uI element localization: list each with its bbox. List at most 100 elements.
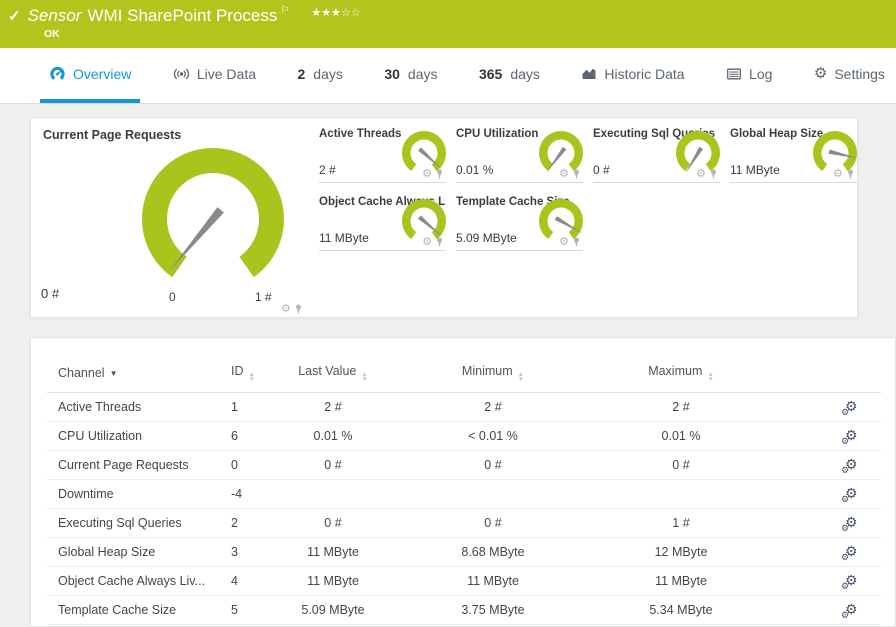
- gauge-value: 11 MByte: [730, 163, 780, 177]
- main-gauge-dial[interactable]: [131, 140, 295, 290]
- pin-icon[interactable]: [572, 169, 581, 180]
- pin-icon[interactable]: [435, 237, 444, 248]
- channel-row[interactable]: Downtime -4 ⚙ ⚙: [47, 479, 881, 509]
- channel-maximum: 12 MByte: [601, 537, 761, 567]
- channel-minimum: [385, 479, 601, 509]
- column-header-channel[interactable]: Channel ▼: [47, 358, 231, 393]
- main-gauge-scale-max: 1 #: [255, 290, 272, 304]
- pin-icon[interactable]: [572, 237, 581, 248]
- channel-last-value: 0 #: [281, 450, 385, 480]
- channel-id: 0: [231, 450, 281, 480]
- gear-icon[interactable]: ⚙: [281, 304, 291, 315]
- tab-overview[interactable]: Overview: [40, 48, 141, 103]
- gauge-cell[interactable]: CPU Utilization 0.01 % ⚙: [456, 128, 583, 183]
- tab-30-days[interactable]: 30 days: [375, 48, 446, 103]
- channel-minimum: 0 #: [385, 508, 601, 538]
- gauge-cell[interactable]: Global Heap Size 11 MByte ⚙: [730, 128, 860, 183]
- sensor-kind-label: Sensor: [27, 6, 82, 25]
- gear-icon[interactable]: ⚙: [422, 169, 432, 180]
- tab-30-days-unit: days: [407, 65, 438, 82]
- channel-last-value: [281, 479, 385, 509]
- channel-name[interactable]: CPU Utilization: [47, 421, 231, 451]
- gauge-cell[interactable]: Template Cache Size 5.09 MByte ⚙: [456, 196, 583, 251]
- pin-icon[interactable]: [435, 169, 444, 180]
- column-header-id[interactable]: ID ▲ ▼: [231, 358, 281, 393]
- priority-stars[interactable]: ★★★☆☆: [311, 6, 360, 19]
- channel-row[interactable]: Current Page Requests 0 0 # 0 # 0 # ⚙ ⚙: [47, 450, 881, 480]
- gear-icon[interactable]: ⚙: [696, 169, 706, 180]
- channel-row[interactable]: Global Heap Size 3 11 MByte 8.68 MByte 1…: [47, 537, 881, 567]
- channel-name[interactable]: Downtime: [47, 479, 231, 509]
- channel-row[interactable]: Template Cache Size 5 5.09 MByte 3.75 MB…: [47, 595, 881, 625]
- channel-settings-icon[interactable]: ⚙ ⚙: [841, 602, 858, 619]
- channel-last-value: 11 MByte: [281, 566, 385, 596]
- gear-icon[interactable]: ⚙: [559, 169, 569, 180]
- channel-name[interactable]: Object Cache Always Liv...: [47, 566, 231, 596]
- gauge-title: Active Threads: [319, 128, 402, 140]
- channel-name[interactable]: Executing Sql Queries: [47, 508, 231, 538]
- tab-live-data-label: Live Data: [196, 65, 256, 82]
- channel-settings-icon[interactable]: ⚙ ⚙: [841, 399, 858, 416]
- gear-icon[interactable]: ⚙: [422, 237, 432, 248]
- channel-maximum: 1 #: [601, 508, 761, 538]
- sensor-title: WMI SharePoint Process: [87, 6, 278, 25]
- tab-log[interactable]: Log: [717, 48, 781, 103]
- tab-live-data[interactable]: Live Data: [164, 48, 265, 103]
- channel-maximum: 0 #: [601, 450, 761, 480]
- channel-last-value: 5.09 MByte: [281, 595, 385, 625]
- gear-icon[interactable]: ⚙: [559, 237, 569, 248]
- main-gauge-value: 0 #: [41, 286, 60, 301]
- gauges-panel: Current Page Requests 0 1 # 0 # ⚙ Active…: [30, 117, 860, 318]
- channel-settings-icon[interactable]: ⚙ ⚙: [841, 515, 858, 532]
- tab-settings[interactable]: ⚙ Settings: [805, 48, 894, 103]
- gauge-title: CPU Utilization: [456, 128, 539, 140]
- channel-settings-icon[interactable]: ⚙ ⚙: [841, 544, 858, 561]
- channel-settings-icon[interactable]: ⚙ ⚙: [841, 457, 858, 474]
- pin-icon[interactable]: [709, 169, 718, 180]
- gear-icon: ⚙: [813, 65, 828, 82]
- channel-minimum: 11 MByte: [385, 566, 601, 596]
- channel-id: 2: [231, 508, 281, 538]
- channel-row[interactable]: Executing Sql Queries 2 0 # 0 # 1 # ⚙ ⚙: [47, 508, 881, 538]
- channel-name[interactable]: Template Cache Size: [47, 595, 231, 625]
- column-header-minimum[interactable]: Minimum ▲ ▼: [385, 358, 601, 393]
- channel-row[interactable]: CPU Utilization 6 0.01 % < 0.01 % 0.01 %…: [47, 421, 881, 451]
- channel-name[interactable]: Current Page Requests: [47, 450, 231, 480]
- status-check-icon: ✓: [8, 8, 21, 25]
- pin-icon[interactable]: [294, 304, 303, 315]
- tab-30-days-num: 30: [384, 65, 400, 82]
- tab-historic-data[interactable]: Historic Data: [572, 48, 693, 103]
- channel-last-value: 0 #: [281, 508, 385, 538]
- column-header-last-value[interactable]: Last Value ▲ ▼: [281, 358, 385, 393]
- column-header-maximum[interactable]: Maximum ▲ ▼: [601, 358, 761, 393]
- channel-maximum: 0.01 %: [601, 421, 761, 451]
- channel-name[interactable]: Active Threads: [47, 392, 231, 422]
- channel-minimum: 2 #: [385, 392, 601, 422]
- channel-settings-icon[interactable]: ⚙ ⚙: [841, 486, 858, 503]
- gauge-cell[interactable]: Executing Sql Queries 0 # ⚙: [593, 128, 720, 183]
- small-gauges-grid: Active Threads 2 # ⚙ CPU Utilization 0.0…: [319, 128, 860, 251]
- channel-minimum: 3.75 MByte: [385, 595, 601, 625]
- tab-2-days-unit: days: [313, 65, 343, 82]
- flag-icon[interactable]: ⚐: [280, 5, 289, 16]
- gear-icon[interactable]: ⚙: [833, 169, 843, 180]
- sort-icon: ▲ ▼: [517, 371, 525, 383]
- gauge-value: 11 MByte: [319, 231, 369, 245]
- tab-365-days[interactable]: 365 days: [470, 48, 549, 103]
- channel-row[interactable]: Object Cache Always Liv... 4 11 MByte 11…: [47, 566, 881, 596]
- channel-settings-icon[interactable]: ⚙ ⚙: [841, 428, 858, 445]
- gauge-cell[interactable]: Active Threads 2 # ⚙: [319, 128, 446, 183]
- channel-maximum: 11 MByte: [601, 566, 761, 596]
- tab-historic-data-label: Historic Data: [604, 65, 685, 82]
- gauge-value: 0.01 %: [456, 163, 494, 177]
- pin-icon[interactable]: [846, 169, 855, 180]
- channel-name[interactable]: Global Heap Size: [47, 537, 231, 567]
- sort-icon: ▲ ▼: [248, 371, 255, 383]
- tab-2-days[interactable]: 2 days: [288, 48, 351, 103]
- channel-settings-icon[interactable]: ⚙ ⚙: [841, 573, 858, 590]
- gauge-cell[interactable]: Object Cache Always L... 11 MByte ⚙: [319, 196, 446, 251]
- gauge-value: 5.09 MByte: [456, 231, 517, 245]
- channel-row[interactable]: Active Threads 1 2 # 2 # 2 # ⚙ ⚙: [47, 392, 881, 422]
- sort-icon: ▲ ▼: [707, 371, 714, 383]
- channel-id: -4: [231, 479, 281, 509]
